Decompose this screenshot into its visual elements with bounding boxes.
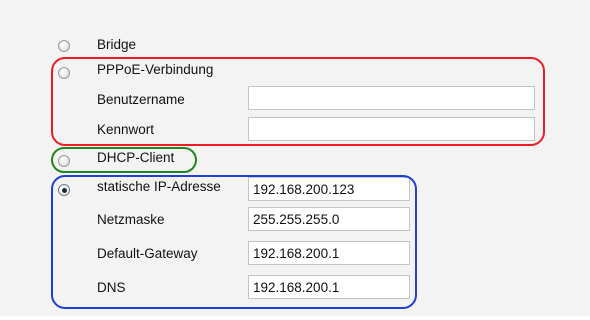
static-ip-label: statische IP-Adresse: [97, 179, 221, 194]
network-mode-panel: Bridge PPPoE-Verbindung Benutzername Ken…: [0, 0, 590, 316]
gateway-label: Default-Gateway: [97, 246, 198, 261]
netmask-label: Netzmaske: [97, 212, 165, 227]
dhcp-radio[interactable]: [58, 155, 70, 167]
pppoe-radio[interactable]: [58, 67, 70, 79]
bridge-radio[interactable]: [58, 40, 70, 52]
bridge-label: Bridge: [97, 37, 137, 52]
pppoe-label: PPPoE-Verbindung: [97, 62, 214, 77]
password-field[interactable]: [248, 117, 535, 141]
dns-label: DNS: [97, 280, 126, 295]
username-field[interactable]: [248, 86, 535, 110]
username-label: Benutzername: [97, 92, 185, 107]
gateway-field[interactable]: [248, 241, 410, 265]
password-label: Kennwort: [97, 122, 155, 137]
ip-address-field[interactable]: [248, 177, 410, 201]
radio-selected-dot: [61, 187, 67, 193]
static-ip-radio[interactable]: [58, 184, 70, 196]
dhcp-label: DHCP-Client: [97, 150, 175, 165]
dns-field[interactable]: [248, 275, 410, 299]
netmask-field[interactable]: [248, 207, 410, 231]
